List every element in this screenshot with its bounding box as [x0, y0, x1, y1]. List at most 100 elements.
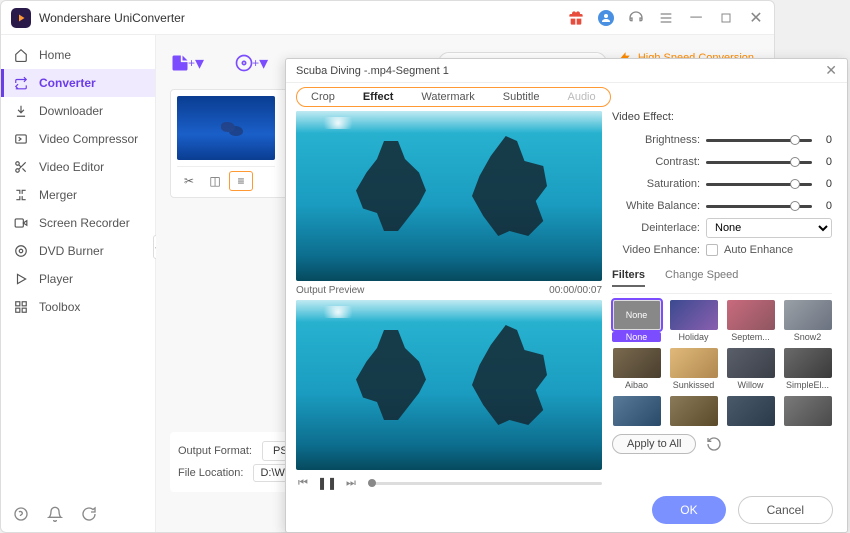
- filter-simpleel[interactable]: SimpleEl...: [783, 348, 832, 390]
- app-title: Wondershare UniConverter: [39, 11, 568, 25]
- whitebalance-row: White Balance: 0: [612, 195, 832, 217]
- sidebar-item-compressor[interactable]: Video Compressor: [1, 125, 155, 153]
- add-dvd-button[interactable]: + ▾: [234, 53, 268, 74]
- maximize-icon[interactable]: [718, 10, 734, 26]
- enhance-row: Video Enhance: Auto Enhance: [612, 239, 832, 261]
- user-icon[interactable]: [598, 10, 614, 26]
- filter-extra-1[interactable]: [612, 396, 661, 426]
- brightness-slider[interactable]: [706, 139, 812, 142]
- help-icon[interactable]: [13, 506, 29, 522]
- minimize-icon[interactable]: ─: [688, 10, 704, 26]
- headset-icon[interactable]: [628, 10, 644, 26]
- sidebar-item-recorder[interactable]: Screen Recorder: [1, 209, 155, 237]
- sidebar-label: Player: [39, 272, 73, 286]
- sidebar-label: DVD Burner: [39, 244, 104, 258]
- ok-button[interactable]: OK: [652, 496, 725, 524]
- output-format-label: Output Format:: [178, 445, 252, 457]
- preview-output: [296, 300, 602, 470]
- sidebar-item-player[interactable]: Player: [1, 265, 155, 293]
- cancel-button[interactable]: Cancel: [738, 496, 833, 524]
- play-icon: [13, 271, 29, 287]
- pause-icon[interactable]: ❚❚: [320, 476, 334, 490]
- sidebar-label: Converter: [39, 76, 96, 90]
- sidebar-label: Merger: [39, 188, 77, 202]
- sidebar-item-dvd[interactable]: DVD Burner: [1, 237, 155, 265]
- filter-september[interactable]: Septem...: [726, 300, 775, 342]
- sidebar-label: Video Editor: [39, 160, 104, 174]
- effects-icon[interactable]: ≡: [229, 171, 253, 191]
- scissors-icon: [13, 159, 29, 175]
- sidebar-item-toolbox[interactable]: Toolbox: [1, 293, 155, 321]
- sidebar-item-converter[interactable]: Converter: [1, 69, 155, 97]
- saturation-row: Saturation: 0: [612, 173, 832, 195]
- apply-row: Apply to All: [612, 434, 832, 454]
- auto-enhance-checkbox[interactable]: [706, 244, 718, 256]
- crop-icon[interactable]: ◫: [203, 171, 227, 191]
- grid-icon: [13, 299, 29, 315]
- add-file-button[interactable]: + ▾: [170, 53, 204, 74]
- video-effect-heading: Video Effect:: [612, 111, 832, 123]
- disc-icon: [13, 243, 29, 259]
- tab-audio[interactable]: Audio: [553, 88, 609, 106]
- editor-title: Scuba Diving -.mp4-Segment 1: [296, 65, 449, 77]
- sidebar-label: Screen Recorder: [39, 216, 130, 230]
- record-icon: [13, 215, 29, 231]
- preview-label: Output Preview: [296, 285, 364, 296]
- effect-subtabs: Filters Change Speed: [612, 261, 832, 294]
- sidebar: Home Converter Downloader Video Compress…: [1, 35, 156, 532]
- sidebar-label: Downloader: [39, 104, 103, 118]
- contrast-slider[interactable]: [706, 161, 812, 164]
- next-frame-icon[interactable]: ⏭: [344, 476, 358, 490]
- filter-willow[interactable]: Willow: [726, 348, 775, 390]
- file-thumbnail: [177, 96, 275, 160]
- sidebar-item-editor[interactable]: Video Editor: [1, 153, 155, 181]
- sidebar-item-merger[interactable]: Merger: [1, 181, 155, 209]
- tab-subtitle[interactable]: Subtitle: [489, 88, 554, 106]
- prev-frame-icon[interactable]: ⏮: [296, 476, 310, 490]
- apply-to-all-button[interactable]: Apply to All: [612, 434, 696, 454]
- filter-extra-4[interactable]: [783, 396, 832, 426]
- seek-track[interactable]: [368, 482, 602, 485]
- filter-none[interactable]: NoneNone: [612, 300, 661, 342]
- subtab-speed[interactable]: Change Speed: [665, 269, 738, 287]
- deinterlace-select[interactable]: None: [706, 218, 832, 238]
- sidebar-label: Video Compressor: [39, 132, 138, 146]
- filter-snow2[interactable]: Snow2: [783, 300, 832, 342]
- video-effect-panel: Video Effect: Brightness: 0 Contrast: 0 …: [612, 111, 832, 474]
- whitebalance-slider[interactable]: [706, 205, 812, 208]
- gift-icon[interactable]: [568, 10, 584, 26]
- editor-header: Scuba Diving -.mp4-Segment 1 ✕: [286, 59, 847, 83]
- editor-body: Output Preview 00:00/00:07 Video Effect:…: [286, 111, 847, 474]
- tab-crop[interactable]: Crop: [297, 88, 349, 106]
- filter-sunkissed[interactable]: Sunkissed: [669, 348, 718, 390]
- trim-icon[interactable]: ✂: [177, 171, 201, 191]
- filter-grid: NoneNone Holiday Septem... Snow2 Aibao S…: [612, 300, 832, 426]
- sidebar-label: Toolbox: [39, 300, 80, 314]
- sidebar-item-downloader[interactable]: Downloader: [1, 97, 155, 125]
- bell-icon[interactable]: [47, 506, 63, 522]
- title-icons: ─ ✕: [568, 10, 764, 26]
- tab-effect[interactable]: Effect: [349, 88, 408, 106]
- sidebar-item-home[interactable]: Home: [1, 41, 155, 69]
- close-icon[interactable]: ✕: [748, 10, 764, 26]
- deinterlace-row: Deinterlace: None: [612, 217, 832, 239]
- menu-icon[interactable]: [658, 10, 674, 26]
- converter-icon: [13, 75, 29, 91]
- tab-watermark[interactable]: Watermark: [407, 88, 488, 106]
- filter-extra-3[interactable]: [726, 396, 775, 426]
- feedback-icon[interactable]: [81, 506, 97, 522]
- file-location-label: File Location:: [178, 467, 243, 479]
- file-mini-tools: ✂ ◫ ≡: [177, 166, 275, 191]
- reset-icon[interactable]: [706, 436, 722, 452]
- filter-holiday[interactable]: Holiday: [669, 300, 718, 342]
- preview-original: [296, 111, 602, 281]
- filter-extra-2[interactable]: [669, 396, 718, 426]
- editor-close-icon[interactable]: ✕: [825, 62, 837, 79]
- brightness-row: Brightness: 0: [612, 129, 832, 151]
- dialog-buttons: OK Cancel: [652, 496, 833, 524]
- saturation-slider[interactable]: [706, 183, 812, 186]
- filter-aibao[interactable]: Aibao: [612, 348, 661, 390]
- subtab-filters[interactable]: Filters: [612, 269, 645, 287]
- merge-icon: [13, 187, 29, 203]
- home-icon: [13, 47, 29, 63]
